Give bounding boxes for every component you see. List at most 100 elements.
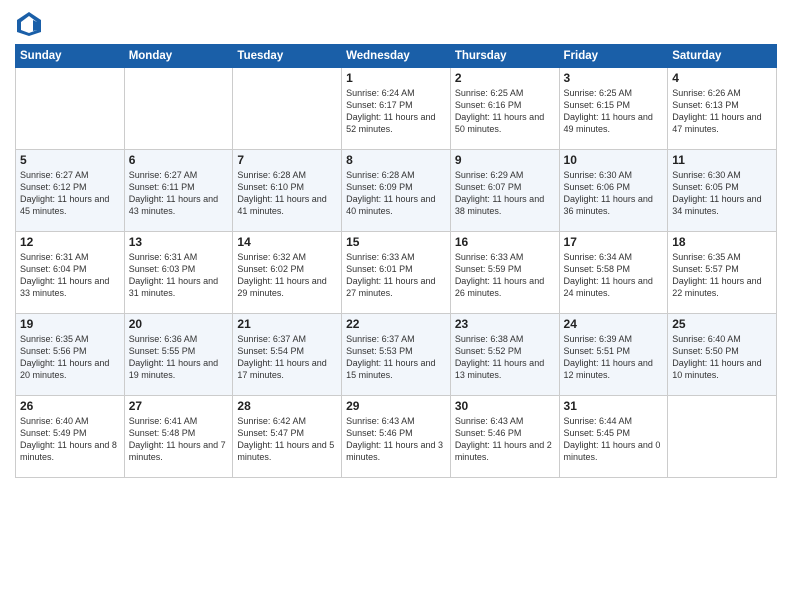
day-number: 9	[455, 153, 555, 167]
calendar-cell: 26 Sunrise: 6:40 AM Sunset: 5:49 PM Dayli…	[16, 396, 125, 478]
calendar-cell: 11 Sunrise: 6:30 AM Sunset: 6:05 PM Dayli…	[668, 150, 777, 232]
day-header-tuesday: Tuesday	[233, 45, 342, 68]
calendar-cell: 14Sunrise: 6:32 AM Sunset: 6:02 PM Dayli…	[233, 232, 342, 314]
week-row-2: 5 Sunrise: 6:27 AM Sunset: 6:12 PM Daylig…	[16, 150, 777, 232]
day-info: Sunrise: 6:40 AM Sunset: 5:49 PM Dayligh…	[20, 415, 120, 464]
day-number: 23	[455, 317, 555, 331]
day-info: Sunrise: 6:33 AM Sunset: 5:59 PM Dayligh…	[455, 251, 555, 300]
calendar-cell: 4 Sunrise: 6:26 AM Sunset: 6:13 PM Daylig…	[668, 68, 777, 150]
day-header-sunday: Sunday	[16, 45, 125, 68]
day-header-thursday: Thursday	[450, 45, 559, 68]
day-info: Sunrise: 6:25 AM Sunset: 6:15 PM Dayligh…	[564, 87, 664, 136]
calendar-cell: 1 Sunrise: 6:24 AM Sunset: 6:17 PM Daylig…	[342, 68, 451, 150]
day-number: 22	[346, 317, 446, 331]
day-number: 4	[672, 71, 772, 85]
calendar-cell: 5 Sunrise: 6:27 AM Sunset: 6:12 PM Daylig…	[16, 150, 125, 232]
week-row-3: 12 Sunrise: 6:31 AM Sunset: 6:04 PM Dayli…	[16, 232, 777, 314]
day-number: 17	[564, 235, 664, 249]
day-number: 7	[237, 153, 337, 167]
calendar-cell: 24 Sunrise: 6:39 AM Sunset: 5:51 PM Dayli…	[559, 314, 668, 396]
day-info: Sunrise: 6:38 AM Sunset: 5:52 PM Dayligh…	[455, 333, 555, 382]
day-info: Sunrise: 6:42 AM Sunset: 5:47 PM Dayligh…	[237, 415, 337, 464]
day-info: Sunrise: 6:37 AM Sunset: 5:54 PM Dayligh…	[237, 333, 337, 382]
day-info: Sunrise: 6:31 AM Sunset: 6:04 PM Dayligh…	[20, 251, 120, 300]
logo-icon	[15, 10, 43, 38]
day-info: Sunrise: 6:30 AM Sunset: 6:05 PM Dayligh…	[672, 169, 772, 218]
day-number: 6	[129, 153, 229, 167]
day-info: Sunrise: 6:28 AM Sunset: 6:10 PM Dayligh…	[237, 169, 337, 218]
day-number: 18	[672, 235, 772, 249]
day-number: 8	[346, 153, 446, 167]
calendar-cell: 17 Sunrise: 6:34 AM Sunset: 5:58 PM Dayli…	[559, 232, 668, 314]
day-number: 12	[20, 235, 120, 249]
calendar-cell: 18 Sunrise: 6:35 AM Sunset: 5:57 PM Dayli…	[668, 232, 777, 314]
day-number: 26	[20, 399, 120, 413]
calendar-cell: 12 Sunrise: 6:31 AM Sunset: 6:04 PM Dayli…	[16, 232, 125, 314]
day-info: Sunrise: 6:40 AM Sunset: 5:50 PM Dayligh…	[672, 333, 772, 382]
day-info: Sunrise: 6:37 AM Sunset: 5:53 PM Dayligh…	[346, 333, 446, 382]
day-info: Sunrise: 6:35 AM Sunset: 5:57 PM Dayligh…	[672, 251, 772, 300]
calendar-cell: 29Sunrise: 6:43 AM Sunset: 5:46 PM Dayli…	[342, 396, 451, 478]
day-info: Sunrise: 6:41 AM Sunset: 5:48 PM Dayligh…	[129, 415, 229, 464]
week-row-5: 26 Sunrise: 6:40 AM Sunset: 5:49 PM Dayli…	[16, 396, 777, 478]
day-info: Sunrise: 6:34 AM Sunset: 5:58 PM Dayligh…	[564, 251, 664, 300]
day-number: 19	[20, 317, 120, 331]
day-info: Sunrise: 6:44 AM Sunset: 5:45 PM Dayligh…	[564, 415, 664, 464]
day-info: Sunrise: 6:29 AM Sunset: 6:07 PM Dayligh…	[455, 169, 555, 218]
day-info: Sunrise: 6:24 AM Sunset: 6:17 PM Dayligh…	[346, 87, 446, 136]
page: SundayMondayTuesdayWednesdayThursdayFrid…	[0, 0, 792, 612]
day-info: Sunrise: 6:30 AM Sunset: 6:06 PM Dayligh…	[564, 169, 664, 218]
day-number: 30	[455, 399, 555, 413]
day-number: 5	[20, 153, 120, 167]
day-number: 16	[455, 235, 555, 249]
day-number: 2	[455, 71, 555, 85]
week-row-4: 19Sunrise: 6:35 AM Sunset: 5:56 PM Dayli…	[16, 314, 777, 396]
day-number: 27	[129, 399, 229, 413]
day-header-saturday: Saturday	[668, 45, 777, 68]
day-info: Sunrise: 6:32 AM Sunset: 6:02 PM Dayligh…	[237, 251, 337, 300]
logo	[15, 10, 47, 38]
day-info: Sunrise: 6:27 AM Sunset: 6:12 PM Dayligh…	[20, 169, 120, 218]
calendar: SundayMondayTuesdayWednesdayThursdayFrid…	[15, 44, 777, 478]
day-number: 3	[564, 71, 664, 85]
day-number: 24	[564, 317, 664, 331]
day-number: 11	[672, 153, 772, 167]
day-number: 10	[564, 153, 664, 167]
day-info: Sunrise: 6:26 AM Sunset: 6:13 PM Dayligh…	[672, 87, 772, 136]
day-number: 25	[672, 317, 772, 331]
calendar-cell: 28 Sunrise: 6:42 AM Sunset: 5:47 PM Dayli…	[233, 396, 342, 478]
calendar-cell	[668, 396, 777, 478]
calendar-cell: 7 Sunrise: 6:28 AM Sunset: 6:10 PM Daylig…	[233, 150, 342, 232]
day-info: Sunrise: 6:36 AM Sunset: 5:55 PM Dayligh…	[129, 333, 229, 382]
calendar-cell: 10 Sunrise: 6:30 AM Sunset: 6:06 PM Dayli…	[559, 150, 668, 232]
day-info: Sunrise: 6:31 AM Sunset: 6:03 PM Dayligh…	[129, 251, 229, 300]
day-number: 13	[129, 235, 229, 249]
day-info: Sunrise: 6:27 AM Sunset: 6:11 PM Dayligh…	[129, 169, 229, 218]
day-number: 21	[237, 317, 337, 331]
calendar-cell: 13 Sunrise: 6:31 AM Sunset: 6:03 PM Dayli…	[124, 232, 233, 314]
header	[15, 10, 777, 38]
calendar-cell	[16, 68, 125, 150]
day-number: 1	[346, 71, 446, 85]
week-row-1: 1 Sunrise: 6:24 AM Sunset: 6:17 PM Daylig…	[16, 68, 777, 150]
calendar-cell: 22 Sunrise: 6:37 AM Sunset: 5:53 PM Dayli…	[342, 314, 451, 396]
day-info: Sunrise: 6:33 AM Sunset: 6:01 PM Dayligh…	[346, 251, 446, 300]
calendar-cell: 27 Sunrise: 6:41 AM Sunset: 5:48 PM Dayli…	[124, 396, 233, 478]
day-header-friday: Friday	[559, 45, 668, 68]
calendar-cell: 21 Sunrise: 6:37 AM Sunset: 5:54 PM Dayli…	[233, 314, 342, 396]
day-info: Sunrise: 6:43 AM Sunset: 5:46 PM Dayligh…	[346, 415, 446, 464]
day-info: Sunrise: 6:43 AM Sunset: 5:46 PM Dayligh…	[455, 415, 555, 464]
calendar-cell: 20 Sunrise: 6:36 AM Sunset: 5:55 PM Dayli…	[124, 314, 233, 396]
calendar-cell: 9 Sunrise: 6:29 AM Sunset: 6:07 PM Daylig…	[450, 150, 559, 232]
calendar-header-row: SundayMondayTuesdayWednesdayThursdayFrid…	[16, 45, 777, 68]
day-number: 20	[129, 317, 229, 331]
day-info: Sunrise: 6:28 AM Sunset: 6:09 PM Dayligh…	[346, 169, 446, 218]
calendar-cell: 25 Sunrise: 6:40 AM Sunset: 5:50 PM Dayli…	[668, 314, 777, 396]
day-info: Sunrise: 6:39 AM Sunset: 5:51 PM Dayligh…	[564, 333, 664, 382]
calendar-cell: 30 Sunrise: 6:43 AM Sunset: 5:46 PM Dayli…	[450, 396, 559, 478]
day-number: 28	[237, 399, 337, 413]
day-info: Sunrise: 6:25 AM Sunset: 6:16 PM Dayligh…	[455, 87, 555, 136]
calendar-cell: 8 Sunrise: 6:28 AM Sunset: 6:09 PM Daylig…	[342, 150, 451, 232]
day-number: 31	[564, 399, 664, 413]
calendar-cell: 2 Sunrise: 6:25 AM Sunset: 6:16 PM Daylig…	[450, 68, 559, 150]
